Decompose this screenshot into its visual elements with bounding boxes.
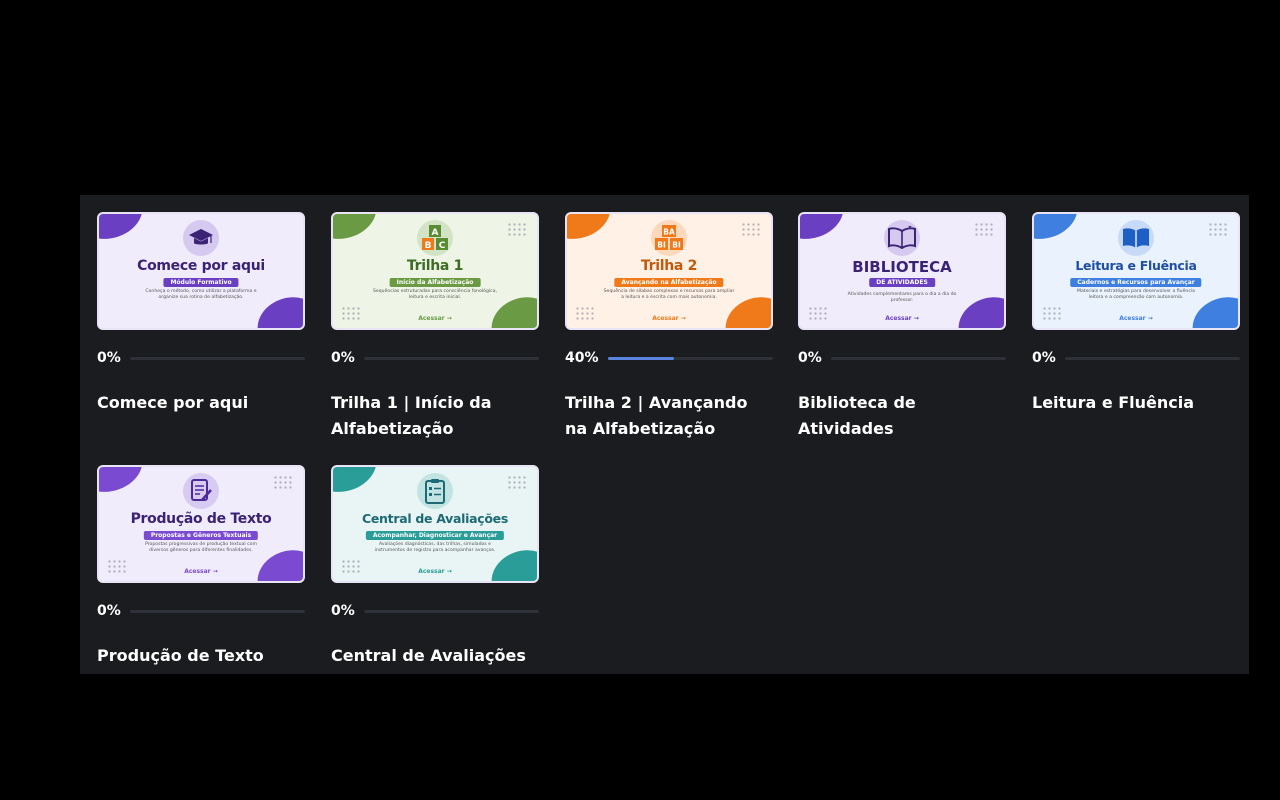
course-thumbnail[interactable]: BIBLIOTECA DE ATIVIDADES Atividades comp… [798, 212, 1006, 330]
svg-text:BA: BA [663, 228, 675, 237]
thumbnail-subtitle: DE ATIVIDADES [869, 278, 935, 287]
course-card[interactable]: A B C Trilha 1 Início da Alfabetização S… [331, 212, 539, 438]
progress-fill [608, 357, 674, 360]
book-icon [1118, 220, 1154, 256]
thumbnail-title: Comece por aqui [137, 258, 265, 274]
course-title[interactable]: Comece por aqui [97, 390, 305, 416]
thumbnail-title: Central de Avaliações [362, 511, 508, 526]
thumbnail-description: Materiais e estratégias para desenvolver… [1077, 289, 1195, 300]
progress-percent: 0% [331, 603, 355, 619]
course-card[interactable]: Leitura e Fluência Cadernos e Recursos p… [1032, 212, 1240, 412]
course-thumbnail[interactable]: Produção de Texto Propostas e Gêneros Te… [97, 465, 305, 583]
access-link: Acessar → [418, 568, 452, 575]
course-title[interactable]: Biblioteca de Atividades [798, 390, 1006, 442]
thumbnail-title: BIBLIOTECA [852, 258, 952, 276]
thumbnail-subtitle: Propostas e Gêneros Textuais [143, 531, 259, 540]
course-thumbnail[interactable]: Comece por aqui Módulo Formativo Conheça… [97, 212, 305, 330]
thumbnail-description: Atividades complementares para o dia a d… [847, 292, 957, 303]
progress-percent: 0% [798, 350, 822, 366]
svg-text:BI: BI [672, 241, 681, 250]
progress-percent: 0% [1032, 350, 1056, 366]
thumbnail-subtitle: Cadernos e Recursos para Avançar [1070, 278, 1202, 287]
thumbnail-title: Trilha 1 [406, 258, 464, 274]
thumbnail-title: Leitura e Fluência [1075, 258, 1197, 273]
course-thumbnail[interactable]: BA BI BI Trilha 2 Avançando na Alfabetiz… [565, 212, 773, 330]
svg-text:C: C [439, 241, 446, 251]
graduation-cap-icon [183, 220, 219, 256]
course-thumbnail[interactable]: Leitura e Fluência Cadernos e Recursos p… [1032, 212, 1240, 330]
progress-percent: 0% [97, 603, 121, 619]
access-link: Acessar → [1119, 315, 1153, 322]
thumbnail-description: Sequência de sílabas complexas e recurso… [603, 289, 735, 300]
progress: 40% [565, 350, 773, 366]
thumbnail-title: Produção de Texto [130, 511, 272, 527]
progress-track [364, 357, 539, 360]
document-pen-icon [183, 473, 219, 509]
progress: 0% [1032, 350, 1240, 366]
progress: 0% [331, 603, 539, 619]
progress: 0% [97, 350, 305, 366]
course-title[interactable]: Trilha 2 | Avançando na Alfabetização [565, 390, 773, 442]
abc-blocks-icon: A B C [417, 220, 453, 256]
course-title[interactable]: Central de Avaliações [331, 643, 539, 669]
course-title[interactable]: Leitura e Fluência [1032, 390, 1240, 416]
access-link: Acessar → [885, 315, 919, 322]
thumbnail-subtitle: Avançando na Alfabetização [614, 278, 724, 287]
thumbnail-subtitle: Início da Alfabetização [389, 278, 481, 287]
progress-track [130, 610, 305, 613]
access-link: Acessar → [418, 315, 452, 322]
course-card[interactable]: BA BI BI Trilha 2 Avançando na Alfabetiz… [565, 212, 773, 438]
thumbnail-subtitle: Acompanhar, Diagnosticar e Avançar [365, 531, 505, 540]
progress-track [130, 357, 305, 360]
progress-track [1065, 357, 1240, 360]
thumbnail-description: Conheça o método, como utilizar a plataf… [145, 289, 257, 300]
progress-percent: 40% [565, 350, 599, 366]
access-link: Acessar → [184, 568, 218, 575]
course-grid: Comece por aqui Módulo Formativo Conheça… [80, 195, 1249, 674]
progress: 0% [97, 603, 305, 619]
course-card[interactable]: BIBLIOTECA DE ATIVIDADES Atividades comp… [798, 212, 1006, 438]
course-title[interactable]: Produção de Texto [97, 643, 305, 669]
progress: 0% [331, 350, 539, 366]
progress-track [831, 357, 1006, 360]
thumbnail-description: Sequências estruturadas para consciência… [373, 289, 497, 300]
course-card[interactable]: Central de Avaliações Acompanhar, Diagno… [331, 465, 539, 665]
progress: 0% [798, 350, 1006, 366]
course-title[interactable]: Trilha 1 | Início da Alfabetização [331, 390, 539, 442]
syllable-blocks-icon: BA BI BI [651, 220, 687, 256]
thumbnail-description: Propostas progressivas de produção textu… [145, 542, 257, 553]
course-thumbnail[interactable]: Central de Avaliações Acompanhar, Diagno… [331, 465, 539, 583]
access-link: Acessar → [652, 315, 686, 322]
open-book-icon [884, 220, 920, 256]
svg-text:A: A [432, 228, 439, 238]
progress-percent: 0% [97, 350, 121, 366]
progress-track [608, 357, 773, 360]
thumbnail-title: Trilha 2 [640, 258, 698, 274]
svg-text:B: B [425, 241, 432, 251]
svg-text:BI: BI [657, 241, 666, 250]
thumbnail-subtitle: Módulo Formativo [163, 278, 239, 287]
thumbnail-description: Avaliações diagnósticas, das trilhas, si… [374, 542, 496, 553]
progress-track [364, 610, 539, 613]
course-thumbnail[interactable]: A B C Trilha 1 Início da Alfabetização S… [331, 212, 539, 330]
course-card[interactable]: Comece por aqui Módulo Formativo Conheça… [97, 212, 305, 412]
clipboard-checklist-icon [417, 473, 453, 509]
course-card[interactable]: Produção de Texto Propostas e Gêneros Te… [97, 465, 305, 665]
progress-percent: 0% [331, 350, 355, 366]
